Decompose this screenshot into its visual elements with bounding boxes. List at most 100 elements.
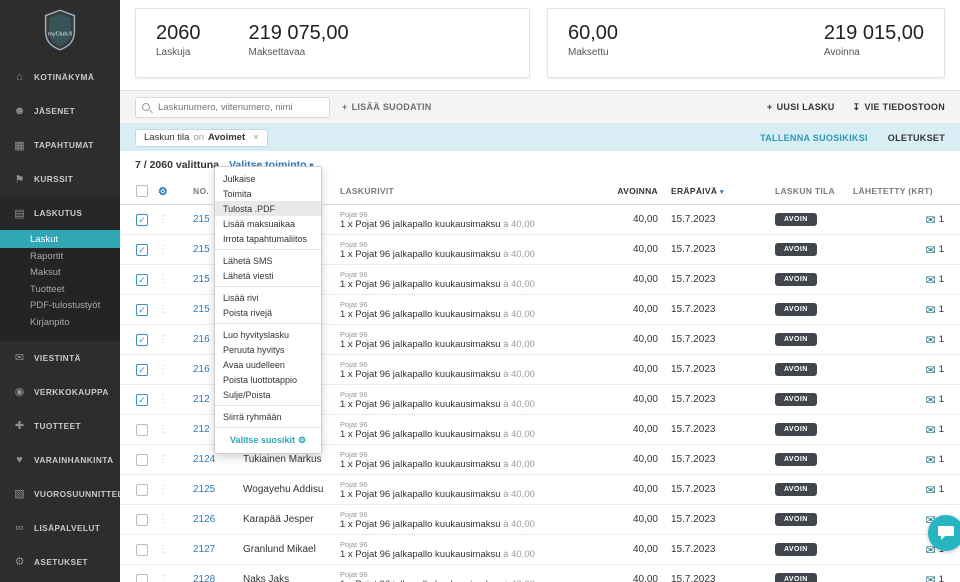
menu-item-lis-maksuaikaa[interactable]: Lisää maksuaikaa bbox=[215, 216, 321, 231]
row-checkbox[interactable] bbox=[136, 543, 148, 556]
menu-item-peruuta-hyvitys[interactable]: Peruuta hyvitys bbox=[215, 342, 321, 357]
row-checkbox[interactable]: ✓ bbox=[136, 273, 148, 286]
invoice-number-link[interactable]: 215 bbox=[193, 244, 210, 255]
row-checkbox[interactable] bbox=[136, 513, 148, 526]
envelope-icon[interactable]: ✉ bbox=[926, 273, 936, 287]
sidebar-item-lis-palvelut[interactable]: ∞ LISÄPALVELUT bbox=[0, 511, 120, 545]
defaults-button[interactable]: OLETUKSET bbox=[888, 133, 945, 143]
sidebar-item-kurssit[interactable]: ⚑ KURSSIT bbox=[0, 162, 120, 196]
row-checkbox[interactable] bbox=[136, 453, 148, 466]
sidebar-item-j-senet[interactable]: ☻ JÄSENET bbox=[0, 94, 120, 128]
row-checkbox[interactable]: ✓ bbox=[136, 213, 148, 226]
invoice-number-link[interactable]: 2124 bbox=[193, 454, 215, 465]
search-input[interactable] bbox=[158, 97, 326, 117]
header-avoinna[interactable]: AVOINNA bbox=[594, 186, 658, 196]
envelope-icon[interactable]: ✉ bbox=[926, 573, 936, 582]
sidebar-subitem-laskut[interactable]: Laskut bbox=[0, 230, 120, 248]
sidebar-subitem-maksut[interactable]: Maksut bbox=[0, 265, 120, 282]
sidebar-item-tuotteet[interactable]: ✚ TUOTTEET bbox=[0, 409, 120, 443]
sidebar-subitem-kirjanpito[interactable]: Kirjanpito bbox=[0, 314, 120, 331]
row-checkbox[interactable]: ✓ bbox=[136, 363, 148, 376]
sidebar-item-kotin-kym[interactable]: ⌂ KOTINÄKYMÄ bbox=[0, 60, 120, 94]
sidebar-subitem-tuotteet[interactable]: Tuotteet bbox=[0, 281, 120, 298]
menu-item-luo-hyvityslasku[interactable]: Luo hyvityslasku bbox=[215, 327, 321, 342]
drag-handle-icon[interactable]: ⋮ bbox=[156, 484, 170, 495]
drag-handle-icon[interactable]: ⋮ bbox=[156, 454, 170, 465]
menu-item-poista-luottotappio[interactable]: Poista luottotappio bbox=[215, 372, 321, 387]
sidebar-item-varainhankinta[interactable]: ♥ VARAINHANKINTA bbox=[0, 443, 120, 477]
sidebar-subitem-raportit[interactable]: Raportit bbox=[0, 248, 120, 265]
row-checkbox[interactable]: ✓ bbox=[136, 393, 148, 406]
menu-item-avaa-uudelleen[interactable]: Avaa uudelleen bbox=[215, 357, 321, 372]
header-lahetetty[interactable]: LÄHETETTY (KRT) bbox=[850, 186, 960, 196]
sidebar-item-verkkokauppa[interactable]: ◉ VERKKOKAUPPA bbox=[0, 375, 120, 409]
invoice-number-link[interactable]: 216 bbox=[193, 334, 210, 345]
menu-item-irrota-tapahtumaliitos[interactable]: Irrota tapahtumaliitos bbox=[215, 231, 321, 246]
envelope-icon[interactable]: ✉ bbox=[926, 243, 936, 257]
invoice-number-link[interactable]: 212 bbox=[193, 424, 210, 435]
invoice-number-link[interactable]: 2127 bbox=[193, 544, 215, 555]
sidebar-subitem-pdf-tulostusty-t[interactable]: PDF-tulostustyöt bbox=[0, 298, 120, 315]
drag-handle-icon[interactable]: ⋮ bbox=[156, 574, 170, 582]
row-checkbox[interactable] bbox=[136, 573, 148, 582]
save-favorite-button[interactable]: TALLENNA SUOSIKIKSI bbox=[760, 133, 868, 143]
drag-handle-icon[interactable]: ⋮ bbox=[156, 244, 170, 255]
envelope-icon[interactable]: ✉ bbox=[926, 303, 936, 317]
drag-handle-icon[interactable]: ⋮ bbox=[156, 544, 170, 555]
select-all-checkbox[interactable] bbox=[136, 185, 148, 197]
menu-item-julkaise[interactable]: Julkaise bbox=[215, 171, 321, 186]
invoice-number-link[interactable]: 2128 bbox=[193, 574, 215, 582]
invoice-number-link[interactable]: 215 bbox=[193, 214, 210, 225]
header-erapaiva[interactable]: ERÄPÄIVÄ ▾ bbox=[658, 186, 750, 196]
sidebar-item-vuorosuunnittelu[interactable]: ▧ VUOROSUUNNITTELU bbox=[0, 477, 129, 511]
column-settings-gear-icon[interactable]: ⚙ bbox=[158, 186, 168, 198]
sidebar-item-asetukset[interactable]: ⚙ ASETUKSET bbox=[0, 545, 120, 579]
menu-item-tulosta-pdf[interactable]: Tulosta .PDF bbox=[215, 201, 321, 216]
menu-item-valitse-suosikit[interactable]: Valitse suosikit ⚙ bbox=[215, 431, 321, 449]
header-laskurivit[interactable]: LASKURIVIT bbox=[318, 186, 594, 196]
menu-item-l-het-sms[interactable]: Lähetä SMS bbox=[215, 253, 321, 268]
menu-item-sulje-poista[interactable]: Sulje/Poista bbox=[215, 387, 321, 402]
add-filter-button[interactable]: + LISÄÄ SUODATIN bbox=[342, 102, 432, 112]
export-button[interactable]: ↧ VIE TIEDOSTOON bbox=[853, 102, 945, 113]
row-checkbox[interactable] bbox=[136, 483, 148, 496]
envelope-icon[interactable]: ✉ bbox=[926, 483, 936, 497]
envelope-icon[interactable]: ✉ bbox=[926, 333, 936, 347]
menu-item-toimita[interactable]: Toimita bbox=[215, 186, 321, 201]
drag-handle-icon[interactable]: ⋮ bbox=[156, 274, 170, 285]
sidebar-item-tapahtumat[interactable]: ▦ TAPAHTUMAT bbox=[0, 128, 120, 162]
envelope-icon[interactable]: ✉ bbox=[926, 213, 936, 227]
drag-handle-icon[interactable]: ⋮ bbox=[156, 394, 170, 405]
drag-handle-icon[interactable]: ⋮ bbox=[156, 364, 170, 375]
envelope-icon[interactable]: ✉ bbox=[926, 453, 936, 467]
drag-handle-icon[interactable]: ⋮ bbox=[156, 514, 170, 525]
chat-bubble-button[interactable] bbox=[928, 515, 960, 551]
envelope-icon[interactable]: ✉ bbox=[926, 393, 936, 407]
header-laskun-tila[interactable]: LASKUN TILA bbox=[750, 186, 850, 196]
drag-handle-icon[interactable]: ⋮ bbox=[156, 304, 170, 315]
drag-handle-icon[interactable]: ⋮ bbox=[156, 334, 170, 345]
row-checkbox[interactable]: ✓ bbox=[136, 243, 148, 256]
invoice-number-link[interactable]: 2126 bbox=[193, 514, 215, 525]
envelope-icon[interactable]: ✉ bbox=[926, 363, 936, 377]
menu-item-siirr-ryhm-n[interactable]: Siirrä ryhmään bbox=[215, 409, 321, 424]
remove-filter-icon[interactable]: × bbox=[253, 132, 259, 143]
invoice-number-link[interactable]: 2125 bbox=[193, 484, 215, 495]
envelope-icon[interactable]: ✉ bbox=[926, 423, 936, 437]
invoice-number-link[interactable]: 216 bbox=[193, 364, 210, 375]
new-invoice-button[interactable]: + UUSI LASKU bbox=[767, 102, 835, 113]
sidebar-item-laskutus[interactable]: ▤ LASKUTUS bbox=[0, 196, 120, 230]
drag-handle-icon[interactable]: ⋮ bbox=[156, 424, 170, 435]
filter-chip[interactable]: Laskun tila on Avoimet × bbox=[135, 128, 268, 147]
row-checkbox[interactable]: ✓ bbox=[136, 333, 148, 346]
invoice-number-link[interactable]: 215 bbox=[193, 274, 210, 285]
brand-logo[interactable]: myClub.fi bbox=[0, 0, 120, 60]
menu-item-lis-rivi[interactable]: Lisää rivi bbox=[215, 290, 321, 305]
row-checkbox[interactable] bbox=[136, 423, 148, 436]
row-checkbox[interactable]: ✓ bbox=[136, 303, 148, 316]
drag-handle-icon[interactable]: ⋮ bbox=[156, 214, 170, 225]
menu-item-poista-rivej[interactable]: Poista rivejä bbox=[215, 305, 321, 320]
invoice-number-link[interactable]: 212 bbox=[193, 394, 210, 405]
sidebar-item-viestint[interactable]: ✉ VIESTINTÄ bbox=[0, 341, 120, 375]
invoice-number-link[interactable]: 215 bbox=[193, 304, 210, 315]
